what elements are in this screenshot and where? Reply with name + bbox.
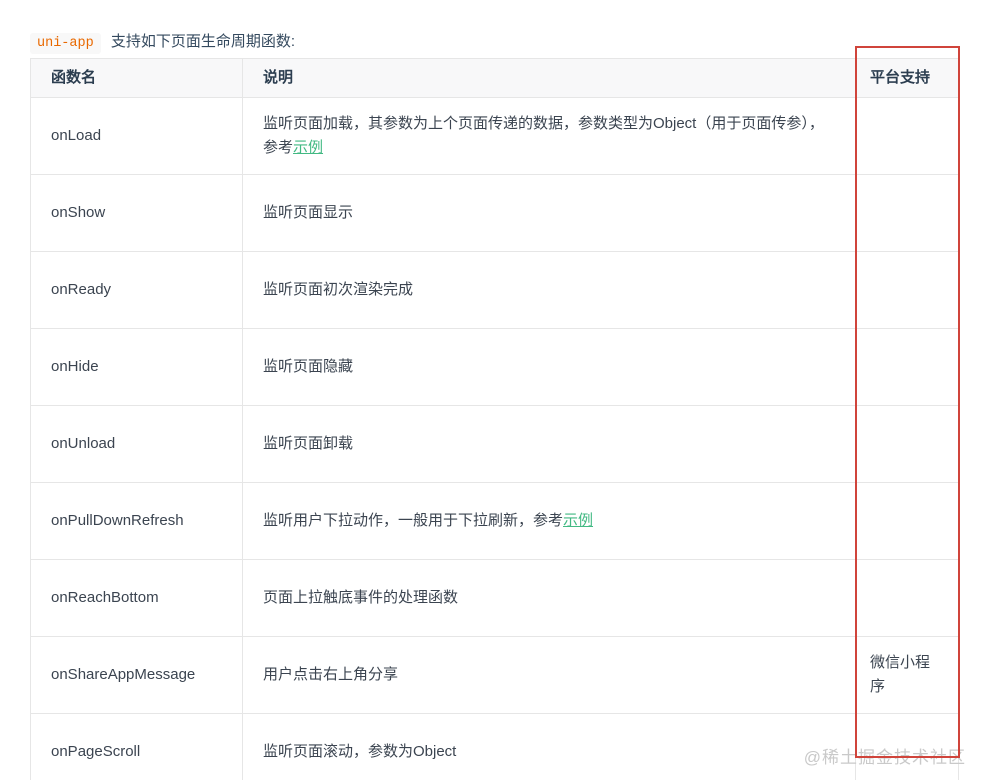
table-body: onLoad 监听页面加载，其参数为上个页面传递的数据，参数类型为Object（… (30, 97, 959, 780)
column-header-function-name: 函数名 (30, 58, 243, 98)
intro-line: uni-app 支持如下页面生命周期函数: (30, 30, 295, 56)
desc-text: 用户点击右上角分享 (263, 666, 399, 683)
desc-text: 监听页面卸载 (263, 435, 354, 452)
desc-link[interactable]: 示例 (293, 139, 323, 156)
desc-text: 页面上拉触底事件的处理函数 (263, 589, 459, 606)
column-header-platform-support: 平台支持 (855, 58, 959, 98)
desc-text: 监听页面初次渲染完成 (263, 281, 414, 298)
table-row: onShareAppMessage 用户点击右上角分享 微信小程序 (30, 636, 959, 714)
desc-text: 监听页面滚动，参数为Object (263, 743, 457, 760)
table-row: onHide 监听页面隐藏 (30, 328, 959, 406)
cell-description: 监听页面显示 (242, 174, 856, 252)
cell-description: 监听页面加载，其参数为上个页面传递的数据，参数类型为Object（用于页面传参）… (242, 97, 856, 175)
desc-text: 监听用户下拉动作，一般用于下拉刷新，参考 (263, 512, 564, 529)
desc-text: 监听页面隐藏 (263, 358, 354, 375)
cell-platform (855, 559, 959, 637)
cell-function-name: onPullDownRefresh (30, 482, 243, 560)
cell-platform (855, 97, 959, 175)
cell-description: 监听用户下拉动作，一般用于下拉刷新，参考示例 (242, 482, 856, 560)
cell-description: 监听页面滚动，参数为Object (242, 713, 856, 780)
docs-page: uni-app 支持如下页面生命周期函数: 函数名 说明 平台支持 onLoad… (0, 0, 988, 780)
desc-link[interactable]: 示例 (563, 512, 593, 529)
column-header-description: 说明 (242, 58, 856, 98)
cell-function-name: onShow (30, 174, 243, 252)
cell-platform (855, 482, 959, 560)
cell-description: 页面上拉触底事件的处理函数 (242, 559, 856, 637)
table-row: onPullDownRefresh 监听用户下拉动作，一般用于下拉刷新，参考示例 (30, 482, 959, 560)
cell-function-name: onReady (30, 251, 243, 329)
intro-text: 支持如下页面生命周期函数: (110, 33, 296, 50)
cell-platform (855, 328, 959, 406)
desc-text: 监听页面加载，其参数为上个页面传递的数据，参数类型为Object（用于页面传参）… (263, 115, 824, 156)
cell-function-name: onPageScroll (30, 713, 243, 780)
table-row: onUnload 监听页面卸载 (30, 405, 959, 483)
watermark: @稀土掘金技术社区 (803, 748, 966, 767)
desc-text: 监听页面显示 (263, 204, 354, 221)
table-row: onLoad 监听页面加载，其参数为上个页面传递的数据，参数类型为Object（… (30, 97, 959, 175)
cell-function-name: onHide (30, 328, 243, 406)
cell-platform (855, 251, 959, 329)
cell-platform: 微信小程序 (855, 636, 959, 714)
table-row: onReachBottom 页面上拉触底事件的处理函数 (30, 559, 959, 637)
table-row: onShow 监听页面显示 (30, 174, 959, 252)
cell-description: 监听页面隐藏 (242, 328, 856, 406)
cell-description: 监听页面初次渲染完成 (242, 251, 856, 329)
cell-description: 监听页面卸载 (242, 405, 856, 483)
cell-platform (855, 174, 959, 252)
table-row: onReady 监听页面初次渲染完成 (30, 251, 959, 329)
cell-description: 用户点击右上角分享 (242, 636, 856, 714)
cell-function-name: onShareAppMessage (30, 636, 243, 714)
inline-code-uni-app: uni-app (30, 33, 101, 54)
cell-function-name: onLoad (30, 97, 243, 175)
cell-function-name: onReachBottom (30, 559, 243, 637)
cell-function-name: onUnload (30, 405, 243, 483)
table-header: 函数名 说明 平台支持 (30, 58, 959, 98)
lifecycle-functions-table: 函数名 说明 平台支持 onLoad 监听页面加载，其参数为上个页面传递的数据，… (30, 58, 959, 780)
cell-platform (855, 405, 959, 483)
